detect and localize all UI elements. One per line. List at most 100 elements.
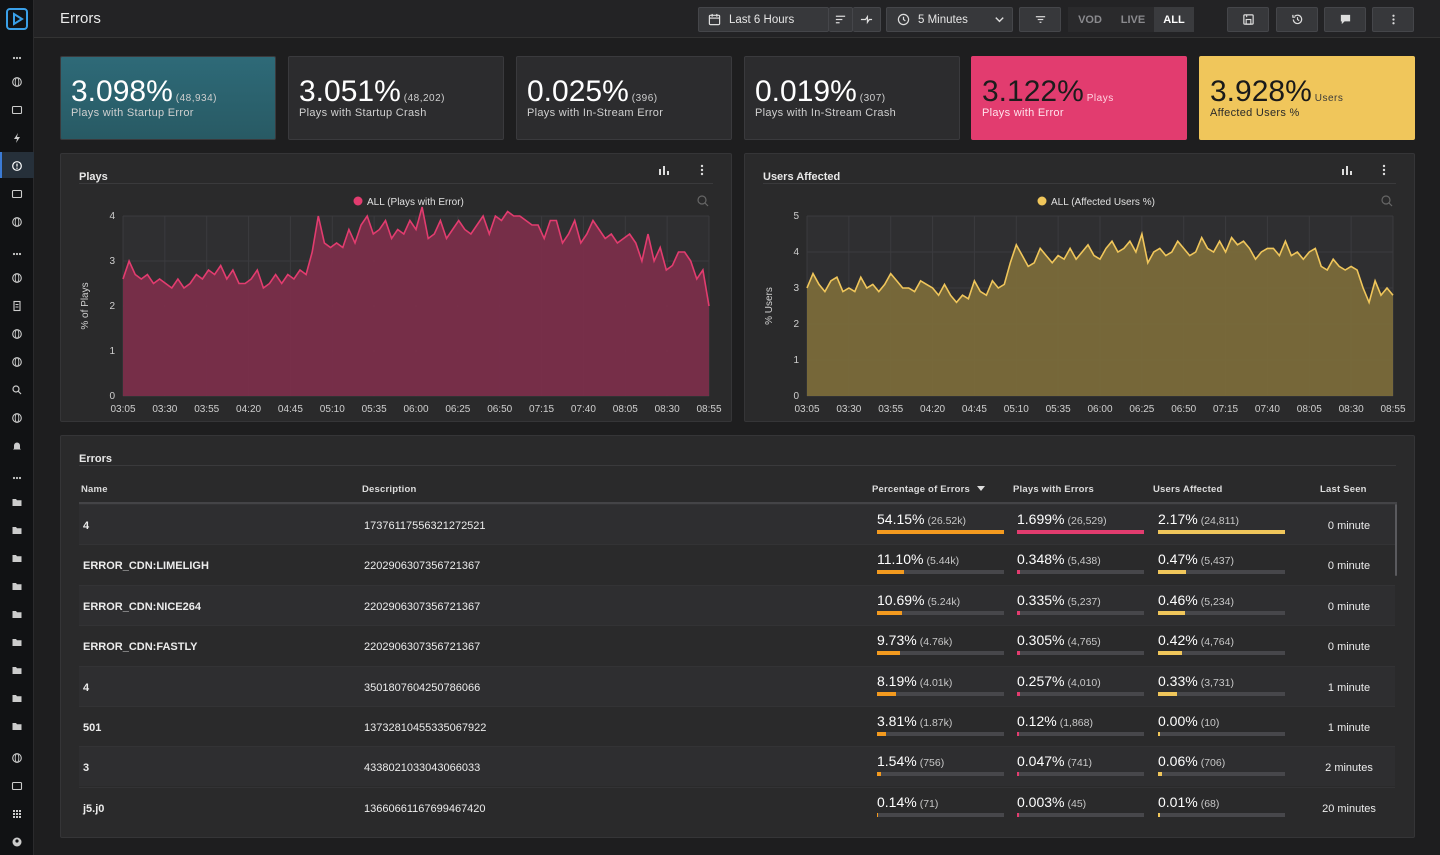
error-circle-icon[interactable]: [9, 158, 25, 174]
percentage-of-errors: 11.10% (5.44k): [877, 551, 959, 567]
mode-all[interactable]: ALL: [1154, 7, 1194, 32]
card-icon[interactable]: [9, 778, 25, 794]
column-header-percentage[interactable]: Percentage of Errors: [872, 484, 985, 495]
plays-bar: [1017, 610, 1144, 615]
plays-count: (5,237): [1067, 595, 1101, 608]
last-seen: 0 minute: [1327, 520, 1371, 532]
user-icon[interactable]: [9, 834, 25, 850]
last-seen: 0 minute: [1327, 560, 1371, 573]
app-logo-icon[interactable]: [5, 7, 29, 31]
last-seen: 2 minutes: [1325, 762, 1373, 775]
column-header-description[interactable]: Description: [362, 484, 416, 495]
plays-with-errors: 0.047% (741): [1017, 753, 1092, 769]
folder-icon[interactable]: [9, 578, 25, 594]
document-icon[interactable]: [9, 298, 25, 314]
history-button[interactable]: [1276, 7, 1318, 32]
legend-label[interactable]: ALL (Plays with Error): [367, 197, 464, 208]
save-button[interactable]: [1227, 7, 1269, 32]
aperture-icon[interactable]: [9, 326, 25, 342]
lightning-icon[interactable]: [9, 130, 25, 146]
search-icon[interactable]: [9, 382, 25, 398]
legend-label[interactable]: ALL (Affected Users %): [1051, 197, 1155, 208]
target-icon[interactable]: [9, 410, 25, 426]
table-row[interactable]: 4 3501807604250786066 8.19% (4.01k) 0.257% (4…: [79, 665, 1395, 706]
more-options-button[interactable]: [1372, 7, 1414, 32]
x-tick-label: 07:40: [1255, 404, 1280, 415]
users-value: 0.00%: [1158, 713, 1198, 729]
globe-icon[interactable]: [9, 214, 25, 230]
more-vertical-icon: [1391, 14, 1395, 25]
comments-button[interactable]: [1324, 7, 1366, 32]
globe-icon[interactable]: [9, 74, 25, 90]
column-header-name[interactable]: Name: [81, 484, 108, 495]
folder-icon[interactable]: [9, 718, 25, 734]
sort-button[interactable]: [829, 7, 853, 32]
errors-table-panel: Errors Name Description Percentage of Er…: [60, 435, 1415, 838]
table-row[interactable]: ERROR_CDN:NICE264 2202906307356721367 10.6…: [79, 584, 1395, 625]
folder-icon[interactable]: [9, 494, 25, 510]
y-tick-label: 1: [793, 355, 799, 366]
plays-value: 0.12%: [1017, 713, 1057, 729]
plays-bar: [1017, 691, 1144, 696]
mode-vod[interactable]: VOD: [1068, 7, 1112, 32]
zoom-search-icon[interactable]: [1381, 195, 1393, 207]
compare-button[interactable]: [853, 7, 881, 32]
kpi-card[interactable]: 3.928% Users Affected Users %: [1199, 56, 1415, 140]
users-value: 0.42%: [1158, 632, 1198, 649]
y-tick-label: 2: [109, 301, 115, 312]
folder-icon[interactable]: [9, 606, 25, 622]
percentage-count: (4.01k): [919, 676, 953, 689]
table-row[interactable]: ERROR_CDN:FASTLY 2202906307356721367 9.73%…: [79, 625, 1395, 665]
grid-icon[interactable]: [9, 806, 25, 822]
kpi-value: 3.122%: [982, 75, 1084, 108]
column-header-last-seen[interactable]: Last Seen: [1320, 484, 1367, 495]
search-circle-icon[interactable]: [9, 270, 25, 286]
zoom-search-icon[interactable]: [697, 195, 709, 207]
interval-select[interactable]: 5 Minutes: [886, 7, 1013, 32]
users-bar: [1158, 610, 1285, 615]
plays-bar: [1017, 732, 1144, 736]
filter-button[interactable]: [1019, 7, 1061, 32]
table-row[interactable]: ERROR_CDN:LIMELIGH 2202906307356721367 11.…: [79, 544, 1395, 584]
users-count: (10): [1200, 717, 1220, 729]
percentage-count: (5.44k): [926, 555, 960, 568]
column-header-percentage-label: Percentage of Errors: [872, 484, 970, 495]
kpi-card[interactable]: 0.019% (307) Plays with In-Stream Crash: [744, 56, 960, 140]
folder-icon[interactable]: [9, 662, 25, 678]
folder-icon[interactable]: [9, 550, 25, 566]
bell-icon[interactable]: [9, 438, 25, 454]
y-tick-label: 1: [109, 346, 115, 357]
x-tick-label: 07:15: [1213, 404, 1238, 415]
error-description: 4338021033043066033: [364, 762, 481, 775]
table-row[interactable]: 501 13732810455335067922 3.81% (1.87k) 0.12%…: [79, 706, 1395, 746]
kpi-value: 3.051%: [299, 75, 401, 108]
image-icon[interactable]: [9, 102, 25, 118]
y-tick-label: 2: [793, 319, 799, 330]
column-header-plays[interactable]: Plays with Errors: [1013, 484, 1094, 495]
users-affected: 0.01% (68): [1158, 794, 1219, 810]
folder-icon[interactable]: [9, 634, 25, 650]
table-row[interactable]: 4 17376117556321272521 54.15% (26.52k) 1.699…: [79, 504, 1395, 544]
monitor-icon[interactable]: [9, 186, 25, 202]
kpi-card[interactable]: 0.025% (396) Plays with In-Stream Error: [516, 56, 732, 140]
error-description: 2202906307356721367: [364, 560, 481, 573]
x-tick-label: 03:55: [194, 404, 219, 415]
kpi-card[interactable]: 3.051% (48,202) Plays with Startup Crash: [288, 56, 504, 140]
chat-icon: [1340, 14, 1350, 25]
mode-live[interactable]: LIVE: [1112, 7, 1154, 32]
table-row[interactable]: 3 4338021033043066033 1.54% (756) 0.047% (741…: [79, 746, 1395, 787]
shield-icon[interactable]: [9, 354, 25, 370]
time-range-picker[interactable]: Last 6 Hours: [698, 7, 829, 32]
percentage-bar: [877, 691, 1004, 696]
kpi-card[interactable]: 3.098% (48,934) Plays with Startup Error: [60, 56, 276, 140]
folder-icon[interactable]: [9, 522, 25, 538]
percentage-bar: [877, 570, 1004, 575]
panel-divider: [79, 465, 1396, 466]
kpi-card[interactable]: 3.122% Plays Plays with Error: [971, 56, 1187, 140]
column-header-users[interactable]: Users Affected: [1153, 484, 1223, 495]
folder-icon[interactable]: [9, 690, 25, 706]
settings-circle-icon[interactable]: [9, 750, 25, 766]
x-tick-label: 06:25: [445, 404, 470, 415]
error-name: j5.j0: [83, 802, 105, 815]
table-row[interactable]: j5.j0 13660661167699467420 0.14% (71) 0.003%…: [79, 786, 1395, 827]
